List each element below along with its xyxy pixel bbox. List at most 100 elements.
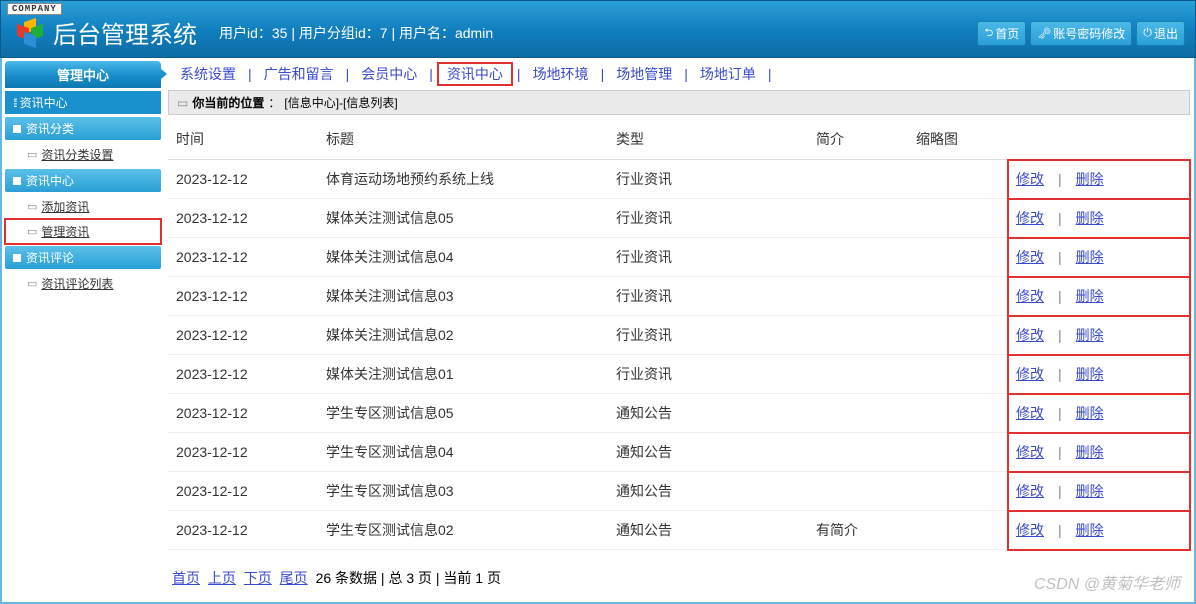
cell-intro bbox=[808, 277, 908, 316]
page-icon: ▭ bbox=[27, 225, 37, 238]
logout-button[interactable]: ⏻退出 bbox=[1136, 21, 1185, 46]
delete-link[interactable]: 删除 bbox=[1076, 522, 1104, 538]
cell-type: 通知公告 bbox=[608, 433, 808, 472]
sidebar-section-news[interactable]: 资讯中心 bbox=[5, 169, 161, 192]
cell-actions: 修改|删除 bbox=[1008, 316, 1190, 355]
top-nav: 系统设置|广告和留言|会员中心|资讯中心|场地环境|场地管理|场地订单| bbox=[164, 58, 1194, 90]
cell-intro bbox=[808, 355, 908, 394]
home-button[interactable]: ⮌首页 bbox=[977, 21, 1026, 46]
table-row: 2023-12-12媒体关注测试信息01行业资讯 修改|删除 bbox=[168, 355, 1190, 394]
delete-link[interactable]: 删除 bbox=[1076, 405, 1104, 421]
topnav-item[interactable]: 资讯中心 bbox=[439, 64, 511, 84]
cell-intro bbox=[808, 316, 908, 355]
edit-link[interactable]: 修改 bbox=[1016, 288, 1044, 304]
cell-actions: 修改|删除 bbox=[1008, 511, 1190, 550]
column-header: 缩略图 bbox=[908, 119, 1008, 160]
column-header: 标题 bbox=[318, 119, 608, 160]
cell-time: 2023-12-12 bbox=[168, 199, 318, 238]
cell-type: 通知公告 bbox=[608, 394, 808, 433]
cell-time: 2023-12-12 bbox=[168, 277, 318, 316]
edit-link[interactable]: 修改 bbox=[1016, 327, 1044, 343]
cell-time: 2023-12-12 bbox=[168, 355, 318, 394]
password-button[interactable]: 🗝账号密码修改 bbox=[1030, 21, 1132, 46]
sidebar-section-category[interactable]: 资讯分类 bbox=[5, 117, 161, 140]
cell-title: 媒体关注测试信息02 bbox=[318, 316, 608, 355]
edit-link[interactable]: 修改 bbox=[1016, 405, 1044, 421]
page-next[interactable]: 下页 bbox=[244, 570, 272, 586]
table-row: 2023-12-12媒体关注测试信息02行业资讯修改|删除 bbox=[168, 316, 1190, 355]
column-header: 时间 bbox=[168, 119, 318, 160]
pagination: 首页 上页 下页 尾页 26 条数据 | 总 3 页 | 当前 1 页 bbox=[164, 554, 1194, 602]
sidebar-item-category-settings[interactable]: ▭资讯分类设置 bbox=[5, 142, 161, 167]
table-row: 2023-12-12学生专区测试信息02通知公告有简介修改|删除 bbox=[168, 511, 1190, 550]
cell-thumb bbox=[908, 199, 1008, 238]
news-table: 时间标题类型简介缩略图 2023-12-12体育运动场地预约系统上线行业资讯修改… bbox=[168, 119, 1190, 550]
cell-type: 行业资讯 bbox=[608, 355, 808, 394]
content-area: 系统设置|广告和留言|会员中心|资讯中心|场地环境|场地管理|场地订单| ▭ 你… bbox=[164, 58, 1194, 602]
page-last[interactable]: 尾页 bbox=[280, 570, 308, 586]
delete-link[interactable]: 删除 bbox=[1076, 327, 1104, 343]
topnav-item[interactable]: 场地订单 bbox=[694, 64, 762, 84]
cell-title: 媒体关注测试信息05 bbox=[318, 199, 608, 238]
edit-link[interactable]: 修改 bbox=[1016, 171, 1044, 187]
delete-link[interactable]: 删除 bbox=[1076, 483, 1104, 499]
cell-type: 行业资讯 bbox=[608, 277, 808, 316]
power-icon: ⏻ bbox=[1143, 27, 1152, 40]
cell-title: 媒体关注测试信息01 bbox=[318, 355, 608, 394]
cell-thumb bbox=[908, 433, 1008, 472]
topnav-item[interactable]: 场地管理 bbox=[610, 64, 678, 84]
edit-link[interactable]: 修改 bbox=[1016, 444, 1044, 460]
edit-link[interactable]: 修改 bbox=[1016, 249, 1044, 265]
topnav-item[interactable]: 会员中心 bbox=[355, 64, 423, 84]
sidebar-item-manage-news[interactable]: ▭管理资讯 bbox=[5, 219, 161, 244]
cell-actions: 修改|删除 bbox=[1008, 238, 1190, 277]
cell-title: 学生专区测试信息05 bbox=[318, 394, 608, 433]
cell-type: 通知公告 bbox=[608, 511, 808, 550]
cell-title: 媒体关注测试信息03 bbox=[318, 277, 608, 316]
sidebar: 管理中心 ⁞⁞资讯中心 资讯分类 ▭资讯分类设置 资讯中心 ▭添加资讯 ▭管理资… bbox=[2, 58, 164, 602]
sidebar-main-header[interactable]: 管理中心 bbox=[5, 61, 161, 88]
sidebar-item-add-news[interactable]: ▭添加资讯 bbox=[5, 194, 161, 219]
cell-time: 2023-12-12 bbox=[168, 511, 318, 550]
key-icon: 🗝 bbox=[1037, 27, 1051, 40]
cell-time: 2023-12-12 bbox=[168, 238, 318, 277]
cell-time: 2023-12-12 bbox=[168, 433, 318, 472]
table-row: 2023-12-12媒体关注测试信息05行业资讯修改|删除 bbox=[168, 199, 1190, 238]
home-icon: ⮌ bbox=[984, 24, 993, 43]
page-prev[interactable]: 上页 bbox=[208, 570, 236, 586]
cell-thumb bbox=[908, 316, 1008, 355]
edit-link[interactable]: 修改 bbox=[1016, 483, 1044, 499]
cell-thumb bbox=[908, 238, 1008, 277]
edit-link[interactable]: 修改 bbox=[1016, 366, 1044, 382]
column-header: 类型 bbox=[608, 119, 808, 160]
page-first[interactable]: 首页 bbox=[172, 570, 200, 586]
breadcrumb-path: [信息中心]-[信息列表] bbox=[284, 94, 397, 111]
delete-link[interactable]: 删除 bbox=[1076, 171, 1104, 187]
cell-time: 2023-12-12 bbox=[168, 394, 318, 433]
cell-title: 学生专区测试信息04 bbox=[318, 433, 608, 472]
cell-title: 体育运动场地预约系统上线 bbox=[318, 160, 608, 199]
sidebar-item-comment-list[interactable]: ▭资讯评论列表 bbox=[5, 271, 161, 296]
cell-time: 2023-12-12 bbox=[168, 316, 318, 355]
cell-actions: 修改|删除 bbox=[1008, 355, 1190, 394]
topnav-item[interactable]: 广告和留言 bbox=[258, 64, 340, 84]
square-icon bbox=[13, 177, 21, 185]
topnav-item[interactable]: 场地环境 bbox=[527, 64, 595, 84]
topnav-item[interactable]: 系统设置 bbox=[174, 64, 242, 84]
cell-intro bbox=[808, 433, 908, 472]
app-title: 后台管理系统 bbox=[53, 15, 197, 50]
delete-link[interactable]: 删除 bbox=[1076, 288, 1104, 304]
edit-link[interactable]: 修改 bbox=[1016, 210, 1044, 226]
sidebar-section-comments[interactable]: 资讯评论 bbox=[5, 246, 161, 269]
cell-type: 行业资讯 bbox=[608, 160, 808, 199]
delete-link[interactable]: 删除 bbox=[1076, 249, 1104, 265]
cell-actions: 修改|删除 bbox=[1008, 199, 1190, 238]
breadcrumb: ▭ 你当前的位置 ： [信息中心]-[信息列表] bbox=[168, 90, 1190, 115]
delete-link[interactable]: 删除 bbox=[1076, 210, 1104, 226]
edit-link[interactable]: 修改 bbox=[1016, 522, 1044, 538]
square-icon bbox=[13, 254, 21, 262]
cell-type: 通知公告 bbox=[608, 472, 808, 511]
cell-intro bbox=[808, 394, 908, 433]
delete-link[interactable]: 删除 bbox=[1076, 366, 1104, 382]
delete-link[interactable]: 删除 bbox=[1076, 444, 1104, 460]
